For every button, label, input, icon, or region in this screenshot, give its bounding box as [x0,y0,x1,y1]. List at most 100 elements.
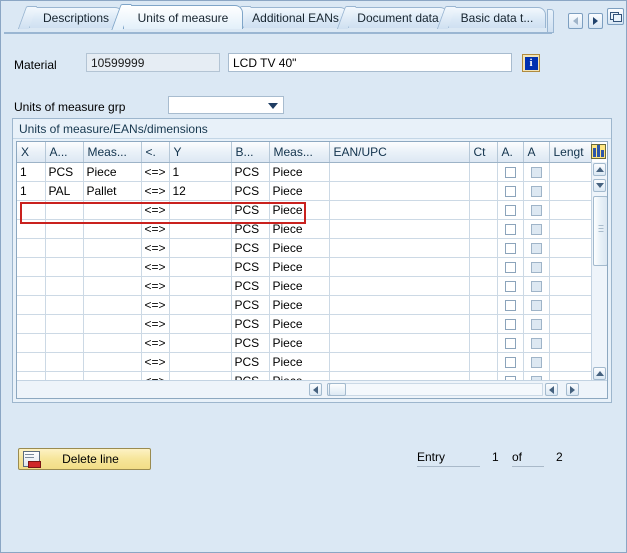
tab-descriptions[interactable]: Descriptions [29,7,123,28]
table-row[interactable]: 1PCSPiece<=>1PCSPiece [17,162,591,181]
cell-y[interactable]: 1 [169,162,231,181]
checkbox-a1[interactable] [505,205,516,216]
cell-y[interactable] [169,295,231,314]
cell-op[interactable]: <=> [141,257,169,276]
cell-y[interactable] [169,238,231,257]
cell-aun[interactable] [45,276,83,295]
cell-y[interactable] [169,352,231,371]
cell-bmeas[interactable]: Piece [269,162,329,181]
scroll-page-up-button[interactable] [593,367,606,380]
checkbox-a1[interactable] [505,357,516,368]
scroll-down-button[interactable] [593,179,606,192]
cell-aun[interactable]: PAL [45,181,83,200]
checkbox-a1[interactable] [505,338,516,349]
table-row[interactable]: <=>PCSPiece [17,295,591,314]
cell-x[interactable] [17,200,45,219]
hscroll-first-button[interactable] [545,383,558,396]
cell-bmeas[interactable]: Piece [269,276,329,295]
checkbox-a2[interactable] [531,357,542,368]
cell-bmeas[interactable]: Piece [269,181,329,200]
cell-op[interactable]: <=> [141,181,169,200]
cell-bun[interactable]: PCS [231,238,269,257]
cell-ameas[interactable] [83,314,141,333]
cell-a2[interactable] [523,295,549,314]
checkbox-a2[interactable] [531,224,542,235]
cell-op[interactable]: <=> [141,200,169,219]
cell-ct[interactable] [469,219,497,238]
cell-length[interactable] [549,238,591,257]
cell-x[interactable]: 1 [17,181,45,200]
cell-ameas[interactable] [83,219,141,238]
cell-ean[interactable] [329,162,469,181]
cell-x[interactable] [17,238,45,257]
cell-bmeas[interactable]: Piece [269,219,329,238]
table-row[interactable]: 1PALPallet<=>12PCSPiece [17,181,591,200]
cell-ean[interactable] [329,219,469,238]
table-row[interactable]: <=>PCSPiece [17,352,591,371]
cell-length[interactable] [549,314,591,333]
checkbox-a2[interactable] [531,262,542,273]
cell-aun[interactable]: PCS [45,162,83,181]
table-horizontal-scrollbar[interactable] [17,380,607,398]
cell-ameas[interactable] [83,352,141,371]
cell-aun[interactable] [45,257,83,276]
column-header-aun[interactable]: A... [45,142,83,162]
column-header-length[interactable]: Lengt [549,142,591,162]
cell-a1[interactable] [497,200,523,219]
cell-bmeas[interactable]: Piece [269,200,329,219]
checkbox-a1[interactable] [505,224,516,235]
tab-scroll-left-button[interactable] [568,13,583,29]
cell-bun[interactable]: PCS [231,333,269,352]
cell-a2[interactable] [523,314,549,333]
cell-ean[interactable] [329,238,469,257]
cell-ean[interactable] [329,276,469,295]
table-row[interactable]: <=> PCSPiece [17,219,591,238]
cell-bun[interactable]: PCS [231,181,269,200]
cell-bmeas[interactable]: Piece [269,257,329,276]
cell-a2[interactable] [523,162,549,181]
cell-aun[interactable] [45,314,83,333]
cell-a1[interactable] [497,162,523,181]
cell-aun[interactable] [45,295,83,314]
cell-bun[interactable]: PCS [231,219,269,238]
cell-ameas[interactable] [83,333,141,352]
cell-ean[interactable] [329,257,469,276]
cell-a1[interactable] [497,257,523,276]
material-description-field[interactable]: LCD TV 40" [228,53,512,72]
cell-x[interactable] [17,352,45,371]
checkbox-a2[interactable] [531,300,542,311]
cell-x[interactable] [17,219,45,238]
cell-a2[interactable] [523,257,549,276]
hscroll-left-button[interactable] [309,383,322,396]
table-row[interactable]: <=>PCSPiece [17,200,591,219]
tab-list-button[interactable] [607,8,624,25]
cell-bun[interactable]: PCS [231,295,269,314]
cell-a1[interactable] [497,314,523,333]
column-header-ct[interactable]: Ct [469,142,497,162]
checkbox-a1[interactable] [505,262,516,273]
table-row[interactable]: <=>PCSPiece [17,276,591,295]
cell-a1[interactable] [497,352,523,371]
cell-ean[interactable] [329,295,469,314]
cell-length[interactable] [549,181,591,200]
tab-scroll-right-button[interactable] [588,13,603,29]
cell-op[interactable]: <=> [141,276,169,295]
hscroll-last-button[interactable] [566,383,579,396]
checkbox-a2[interactable] [531,281,542,292]
cell-a1[interactable] [497,333,523,352]
table-vertical-scrollbar[interactable] [591,162,607,399]
cell-bun[interactable]: PCS [231,162,269,181]
cell-op[interactable]: <=> [141,314,169,333]
cell-x[interactable] [17,333,45,352]
table-row[interactable]: <=>PCSPiece [17,333,591,352]
cell-y[interactable] [169,333,231,352]
cell-op[interactable]: <=> [141,219,169,238]
cell-length[interactable] [549,162,591,181]
cell-a2[interactable] [523,352,549,371]
cell-ct[interactable] [469,162,497,181]
checkbox-a2[interactable] [531,205,542,216]
cell-ean[interactable] [329,181,469,200]
checkbox-a2[interactable] [531,338,542,349]
cell-ct[interactable] [469,200,497,219]
checkbox-a1[interactable] [505,186,516,197]
